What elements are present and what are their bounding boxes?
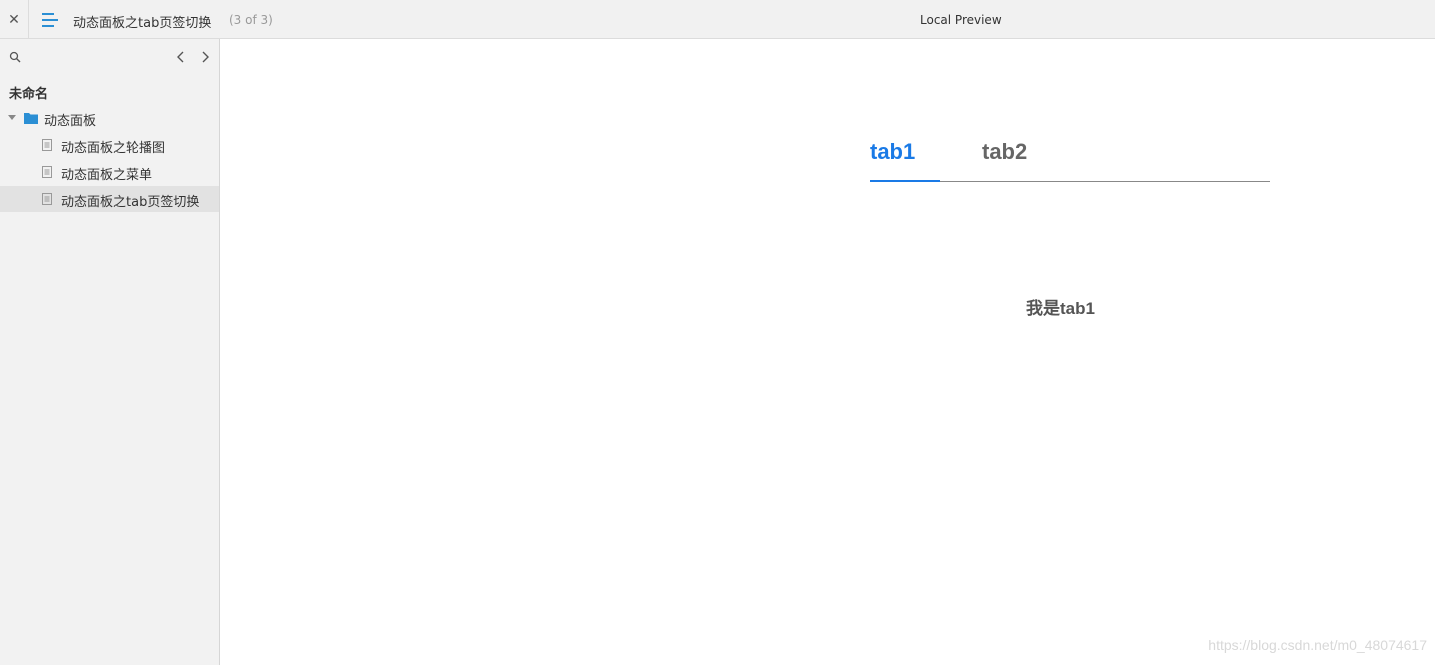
- project-name: 未命名: [9, 87, 49, 102]
- top-bar: ✕ 动态面板之tab页签切换 (3 of 3) Local Preview: [0, 0, 1435, 39]
- watermark: https://blog.csdn.net/m0_48074617: [1208, 637, 1427, 653]
- tree-page-item[interactable]: 动态面板之轮播图: [0, 132, 219, 158]
- preview-canvas: tab1 tab2 我是tab1 https://blog.csdn.net/m…: [220, 39, 1435, 665]
- tab-tab1[interactable]: tab1: [870, 139, 940, 182]
- close-icon: ✕: [8, 11, 20, 28]
- menu-line: [42, 25, 54, 27]
- tab-tab2[interactable]: tab2: [982, 139, 1052, 182]
- tree-page-item-active[interactable]: 动态面板之tab页签切换: [0, 186, 219, 212]
- page-count: (3 of 3): [229, 13, 273, 27]
- menu-lines-icon: [42, 13, 54, 15]
- tree-page-label: 动态面板之菜单: [61, 168, 153, 183]
- document-title: 动态面板之tab页签切换: [73, 16, 212, 31]
- folder-icon: [24, 113, 38, 124]
- menu-line: [42, 19, 58, 21]
- page-icon: [42, 166, 52, 178]
- tab-panel-text: 我是tab1: [1026, 299, 1095, 318]
- tree-page-label: 动态面板之tab页签切换: [61, 195, 200, 210]
- tab-bar: tab1 tab2: [870, 139, 1270, 182]
- caret-down-icon[interactable]: [8, 114, 16, 122]
- chevron-left-icon[interactable]: [173, 48, 189, 66]
- tree-page-label: 动态面板之轮播图: [61, 141, 166, 156]
- window-title: Local Preview: [920, 13, 1002, 27]
- folder-label: 动态面板: [44, 114, 97, 129]
- tree-page-item[interactable]: 动态面板之菜单: [0, 159, 219, 185]
- close-button[interactable]: ✕: [0, 0, 29, 39]
- page-icon: [42, 139, 52, 151]
- search-icon[interactable]: [9, 51, 21, 63]
- chevron-right-icon[interactable]: [197, 48, 213, 66]
- tree-folder[interactable]: 动态面板: [0, 106, 219, 130]
- sidebar-toggle-button[interactable]: [38, 8, 62, 32]
- page-icon: [42, 193, 52, 205]
- sidebar: 未命名 动态面板 动态面板之轮播图 动态面板之菜单 动态面板之tab页签切换: [0, 39, 220, 665]
